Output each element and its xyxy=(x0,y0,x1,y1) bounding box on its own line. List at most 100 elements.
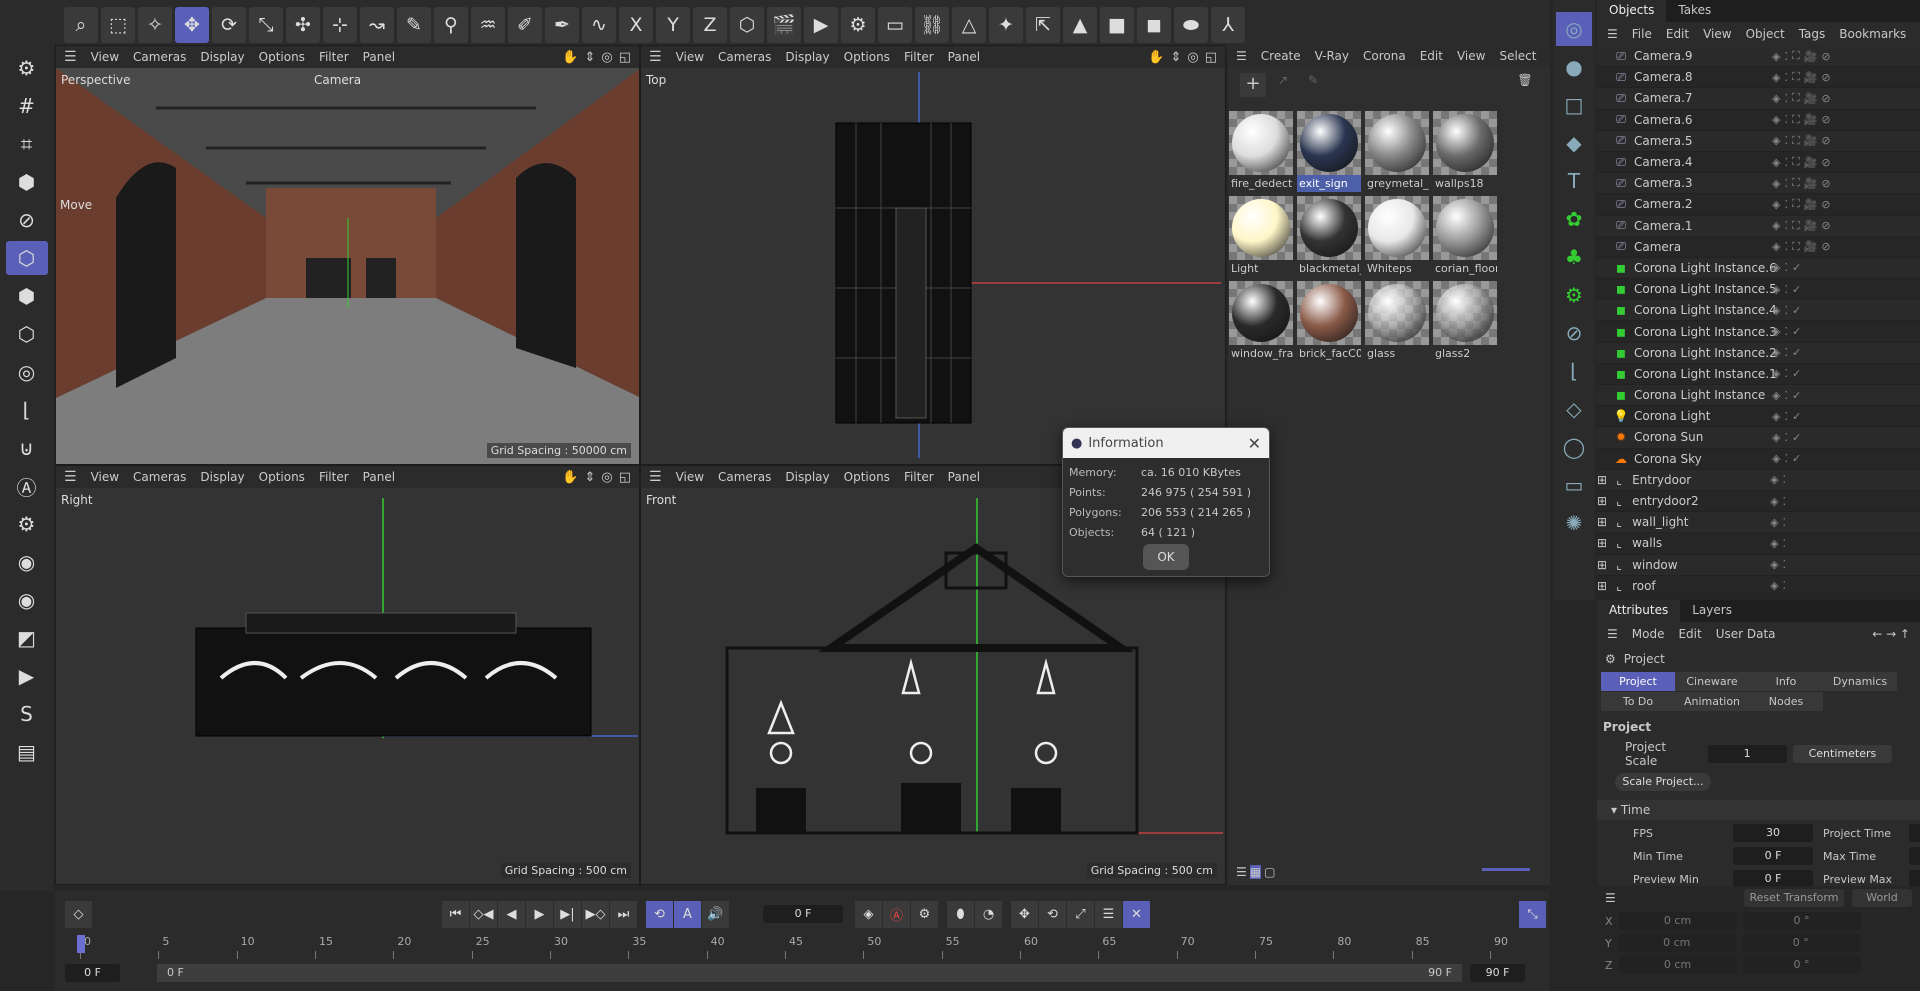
viewport-menu-view[interactable]: View xyxy=(91,50,119,64)
polygon-icon[interactable]: ⬡ xyxy=(5,241,48,275)
tab-nodes[interactable]: Nodes xyxy=(1749,692,1823,711)
material-menu-corona[interactable]: Corona xyxy=(1363,49,1406,63)
orbit-icon[interactable]: ◎ xyxy=(601,470,612,485)
viewport-menu-filter[interactable]: Filter xyxy=(319,50,349,64)
object-row[interactable]: ⊞ ⌞ window ◈ ⁚ xyxy=(1597,554,1920,576)
position-key-icon[interactable]: ✥ xyxy=(1011,901,1038,928)
object-row[interactable]: ⎚ Camera.8 ◈ ⁚ ⛶ 🎥 ⊘ xyxy=(1597,67,1920,89)
x-axis-icon[interactable]: X xyxy=(619,6,653,43)
fcurve-icon[interactable]: ⤡ xyxy=(1519,901,1546,928)
object-row[interactable]: ⊞ ⌞ walls ◈ ⁚ xyxy=(1597,533,1920,555)
sphere-icon[interactable]: ● xyxy=(1556,50,1592,84)
paint-icon[interactable]: ✎ xyxy=(397,6,431,43)
enabled-check-icon[interactable]: ✓ xyxy=(1792,346,1801,359)
pla-key-icon[interactable]: ✕ xyxy=(1123,901,1150,928)
thumbnail-size-slider[interactable] xyxy=(1482,868,1530,871)
material-item[interactable]: exit_sign xyxy=(1297,111,1365,196)
disabled-tag-icon[interactable]: ⊘ xyxy=(1821,50,1830,63)
orbit-icon[interactable]: ◎ xyxy=(1187,50,1198,65)
keyframe-icon[interactable]: ◇ xyxy=(65,901,92,928)
camera-tag-icon[interactable]: 🎥 xyxy=(1804,156,1818,169)
project-time-field[interactable]: 0 xyxy=(1909,824,1920,842)
menu-icon[interactable]: ☰ xyxy=(64,49,77,65)
object-row[interactable]: ✹ Corona Sun ◈ ⁚ ✓ xyxy=(1597,427,1920,449)
gear-icon[interactable]: ⚙ xyxy=(6,507,48,541)
move-icon[interactable]: ✥ xyxy=(175,6,209,43)
disabled-tag-icon[interactable]: ⊘ xyxy=(1821,240,1830,253)
viewport-menu-display[interactable]: Display xyxy=(200,50,244,64)
camera-tag-icon[interactable]: 🎥 xyxy=(1804,92,1818,105)
grid-icon[interactable]: # xyxy=(6,89,48,123)
go-start-icon[interactable]: ⏮ xyxy=(442,901,469,928)
end-frame-field[interactable]: 90 F xyxy=(1470,964,1525,982)
visibility-dots-icon[interactable]: ⁚ xyxy=(1784,134,1788,147)
material-item[interactable]: brick_facC0 xyxy=(1297,281,1365,366)
target-icon[interactable]: ◉ xyxy=(6,545,48,579)
attributes-menu-user-data[interactable]: User Data xyxy=(1716,627,1776,641)
camera-tag-icon[interactable]: 🎥 xyxy=(1804,134,1818,147)
layer-icon[interactable]: ◈ xyxy=(1772,134,1780,147)
enabled-check-icon[interactable]: ✓ xyxy=(1792,261,1801,274)
viewport-menu-filter[interactable]: Filter xyxy=(904,470,934,484)
attributes-menu-edit[interactable]: Edit xyxy=(1678,627,1701,641)
object-row[interactable]: ⎚ Camera.4 ◈ ⁚ ⛶ 🎥 ⊘ xyxy=(1597,152,1920,174)
key-settings-icon[interactable]: ⚙ xyxy=(911,901,938,928)
maximize-icon[interactable]: ◱ xyxy=(619,470,631,485)
project-scale-field[interactable]: 1 xyxy=(1707,745,1787,763)
enabled-check-icon[interactable]: ✓ xyxy=(1792,283,1801,296)
play-icon[interactable]: ▶ xyxy=(6,659,48,693)
object-row[interactable]: ⊞ ⌞ wall_light ◈ ⁚ xyxy=(1597,512,1920,534)
viewport-menu-options[interactable]: Options xyxy=(844,470,890,484)
target-tag-icon[interactable]: ⛶ xyxy=(1792,91,1800,105)
layer-icon[interactable]: ◩ xyxy=(6,621,48,655)
camera-tag-icon[interactable]: 🎥 xyxy=(1804,219,1818,232)
rotation-field[interactable]: 0 ° xyxy=(1741,934,1860,952)
record-keys-icon[interactable]: ◈ xyxy=(855,901,882,928)
object-row[interactable]: ⊞ ⌞ roof ◈ ⁚ xyxy=(1597,576,1920,597)
reset-transform-button[interactable]: Reset Transform xyxy=(1744,889,1844,907)
visibility-dots-icon[interactable]: ⁚ xyxy=(1784,367,1788,380)
grid2-icon[interactable]: ⌗ xyxy=(6,127,48,161)
scale-project-button[interactable]: Scale Project... xyxy=(1615,773,1711,791)
visibility-dots-icon[interactable]: ⁚ xyxy=(1783,558,1787,571)
target-tag-icon[interactable]: ⛶ xyxy=(1792,49,1800,63)
viewport-menu-options[interactable]: Options xyxy=(259,470,305,484)
rotation-field[interactable]: 0 ° xyxy=(1742,912,1861,930)
position-field[interactable]: 0 cm xyxy=(1618,956,1737,974)
visibility-dots-icon[interactable]: ⁚ xyxy=(1784,240,1788,253)
add-material-icon[interactable]: + xyxy=(1240,73,1266,97)
menu-icon[interactable]: ☰ xyxy=(1605,891,1616,905)
visibility-dots-icon[interactable]: ⁚ xyxy=(1784,283,1788,296)
edge-icon[interactable]: ⬡ xyxy=(6,317,48,351)
layer-icon[interactable]: ◈ xyxy=(1772,367,1780,380)
material-item[interactable]: glass2 xyxy=(1433,281,1501,366)
render-settings-icon[interactable]: ⚙ xyxy=(841,6,875,43)
cube-outline-icon[interactable]: □ xyxy=(1556,88,1592,122)
layer-icon[interactable]: ◈ xyxy=(1770,473,1778,486)
object-row[interactable]: ⎚ Camera.2 ◈ ⁚ ⛶ 🎥 ⊘ xyxy=(1597,194,1920,216)
mograph-icon[interactable]: ♣ xyxy=(1556,240,1592,274)
layer-icon[interactable]: ◈ xyxy=(1772,346,1780,359)
expand-icon[interactable]: ⊞ xyxy=(1597,536,1607,550)
point-icon[interactable]: ◎ xyxy=(6,355,48,389)
target-tag-icon[interactable]: ⛶ xyxy=(1792,176,1800,190)
visibility-dots-icon[interactable]: ⁚ xyxy=(1784,346,1788,359)
cube-icon[interactable]: ◆ xyxy=(1556,126,1592,160)
tab-objects[interactable]: Objects xyxy=(1597,0,1667,22)
spline-icon[interactable]: ⌊ xyxy=(1556,354,1592,388)
pen-spline-icon[interactable]: ✒ xyxy=(545,6,579,43)
large-view-icon[interactable]: ▢ xyxy=(1264,865,1275,879)
scale-key-icon[interactable]: ⤢ xyxy=(1067,901,1094,928)
object-row[interactable]: ◼ Corona Light Instance.5 ◈ ⁚ ✓ xyxy=(1597,279,1920,301)
prev-key-icon[interactable]: ◇◀ xyxy=(470,901,497,928)
autokey-record-icon[interactable]: Ⓐ xyxy=(883,901,910,928)
camera-tag-icon[interactable]: 🎥 xyxy=(1804,177,1818,190)
menu-icon[interactable]: ☰ xyxy=(64,469,77,485)
visibility-dots-icon[interactable]: ⁚ xyxy=(1783,495,1787,508)
object-row[interactable]: ⎚ Camera.5 ◈ ⁚ ⛶ 🎥 ⊘ xyxy=(1597,130,1920,152)
visibility-dots-icon[interactable]: ⁚ xyxy=(1784,71,1788,84)
brush-icon[interactable]: ⚲ xyxy=(434,6,468,43)
box-select-icon[interactable]: ⬚ xyxy=(101,6,135,43)
close-icon[interactable]: ✕ xyxy=(1248,434,1261,453)
time-section[interactable]: ▾ Time xyxy=(1597,800,1920,820)
